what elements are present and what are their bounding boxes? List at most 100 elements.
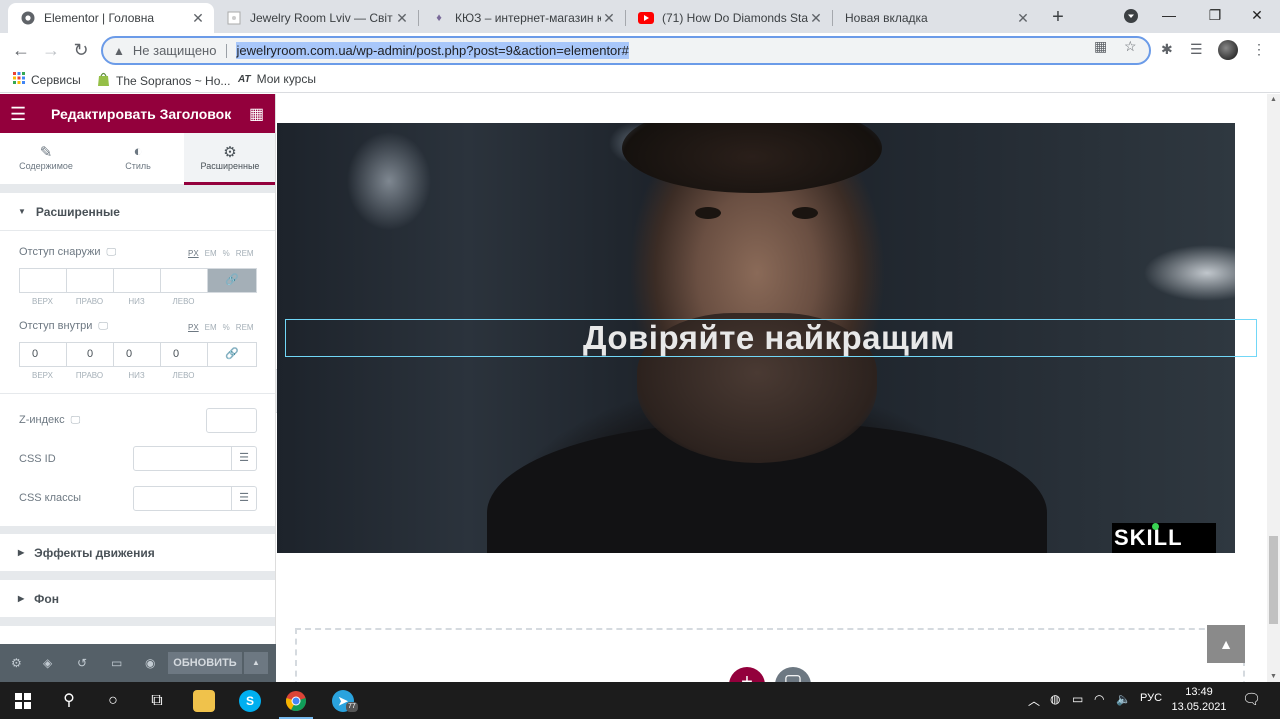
task-view-icon[interactable]: ⧉ [134, 682, 180, 719]
watermark-text: SKILL [1114, 525, 1183, 550]
volume-icon[interactable]: 🔈 [1116, 692, 1131, 706]
close-icon[interactable]: ✕ [1015, 10, 1031, 27]
hero-figure-eye [792, 207, 818, 219]
bookmark-services[interactable]: Сервисы [13, 72, 81, 87]
close-icon[interactable]: ✕ [601, 10, 617, 27]
responsive-mode-icon[interactable]: ▭ [111, 656, 122, 670]
tab-content[interactable]: ✎ Содержимое [0, 133, 92, 185]
unit-rem[interactable]: REM [236, 249, 254, 258]
section-advanced-toggle[interactable]: ▼ Расширенные [0, 193, 275, 231]
hero-heading[interactable]: Довіряйте найкращим [277, 320, 1261, 356]
desktop-monitor-icon[interactable]: 🖵 [98, 321, 108, 332]
tab-youtube[interactable]: (71) How Do Diamonds Stay ✕ [626, 3, 832, 33]
close-icon[interactable]: ✕ [394, 10, 410, 27]
profile-avatar[interactable] [1218, 40, 1238, 60]
padding-right-input[interactable]: 0 [67, 343, 114, 366]
padding-top-input[interactable]: 0 [20, 343, 67, 366]
section-motion-toggle[interactable]: ▶ Эффекты движения [0, 534, 275, 572]
unit-percent[interactable]: % [223, 323, 230, 332]
css-id-input[interactable] [133, 446, 232, 471]
margin-top-input[interactable] [20, 269, 67, 292]
bookmark-star-icon[interactable]: ☆ [1124, 38, 1137, 55]
qr-code-icon[interactable]: ▦ [1094, 38, 1107, 55]
padding-left-input[interactable]: 0 [161, 343, 208, 366]
pencil-icon: ✎ [39, 144, 53, 161]
settings-gear-icon[interactable]: ⚙ [11, 656, 22, 670]
tab-style[interactable]: ◐ Стиль [92, 133, 184, 185]
file-explorer-icon[interactable] [181, 682, 227, 719]
new-tab-button[interactable]: + [1046, 5, 1070, 29]
network-globe-icon[interactable]: ◍ [1050, 692, 1060, 706]
bookmark-my-courses[interactable]: AT Мои курсы [238, 72, 316, 86]
link-values-icon[interactable]: 🔗 [208, 343, 256, 366]
tab-new[interactable]: Новая вкладка ✕ [833, 3, 1039, 33]
forward-button[interactable]: → [38, 38, 64, 62]
dynamic-tags-icon[interactable]: ☰ [232, 446, 257, 471]
navigator-layers-icon[interactable]: ◈ [43, 656, 52, 670]
close-window-button[interactable]: ✕ [1234, 0, 1280, 33]
close-icon[interactable]: ✕ [190, 10, 206, 27]
notifications-icon[interactable]: 🗨 [1242, 690, 1261, 708]
search-icon[interactable]: ⚲ [46, 682, 92, 719]
tab-advanced[interactable]: ⚙ Расширенные [184, 133, 275, 185]
language-indicator[interactable]: РУС [1140, 692, 1162, 704]
url-text[interactable]: jewelryroom.com.ua/wp-admin/post.php?pos… [236, 42, 629, 59]
close-icon[interactable]: ✕ [808, 10, 824, 27]
margin-left-input[interactable] [161, 269, 208, 292]
reading-list-icon[interactable]: ☰ [1190, 41, 1203, 58]
unit-percent[interactable]: % [223, 249, 230, 258]
unit-px[interactable]: PX [188, 323, 199, 332]
css-classes-input[interactable] [133, 486, 232, 511]
margin-bottom-input[interactable] [114, 269, 161, 292]
link-values-icon[interactable]: 🔗 [208, 269, 256, 292]
unit-rem[interactable]: REM [236, 323, 254, 332]
hamburger-menu-icon[interactable]: ☰ [10, 104, 26, 125]
restore-button[interactable]: ❐ [1192, 0, 1238, 33]
cortana-circle-icon[interactable]: ○ [90, 682, 136, 719]
address-bar[interactable]: ▲ Не защищено jewelryroom.com.ua/wp-admi… [101, 36, 1151, 65]
history-icon[interactable]: ↺ [77, 656, 87, 670]
tab-jewelry-room[interactable]: Jewelry Room Lviv — Світ пр ✕ [214, 3, 418, 33]
preview-eye-icon[interactable]: ◉ [145, 656, 155, 670]
security-label[interactable]: Не защищено [133, 43, 228, 58]
scrollbar-thumb[interactable] [1269, 536, 1278, 624]
update-button[interactable]: ОБНОВИТЬ [168, 652, 242, 674]
tab-kuz-shop[interactable]: ♦ КЮЗ – интернет-магазин юв ✕ [419, 3, 625, 33]
watermark-dot [1152, 523, 1159, 530]
dynamic-tags-icon[interactable]: ☰ [232, 486, 257, 511]
reload-button[interactable]: ↻ [68, 38, 94, 62]
add-section-drop-zone[interactable] [295, 628, 1245, 682]
wifi-icon[interactable]: ◠ [1094, 692, 1104, 706]
desktop-monitor-icon[interactable]: 🖵 [71, 415, 81, 426]
scroll-down-arrow-icon[interactable]: ▼ [1270, 673, 1277, 680]
start-windows-icon[interactable] [0, 682, 46, 719]
widgets-grid-icon[interactable]: ▦ [249, 104, 264, 124]
section-gap [0, 572, 275, 580]
warning-icon[interactable]: ▲ [113, 44, 125, 58]
bookmark-sopranos[interactable]: The Sopranos ~ Ho... [97, 72, 230, 89]
chrome-taskbar-icon[interactable] [273, 682, 319, 719]
padding-bottom-input[interactable]: 0 [114, 343, 161, 366]
show-hidden-icons-chevron-icon[interactable]: ︿ [1028, 692, 1040, 709]
tab-label: Стиль [125, 161, 151, 171]
system-clock[interactable]: 13:49 13.05.2021 [1168, 685, 1230, 715]
margin-right-input[interactable] [67, 269, 114, 292]
scroll-to-top-button[interactable]: ▲ [1207, 625, 1245, 663]
caret-up-icon[interactable]: ▲ [244, 652, 268, 674]
unit-em[interactable]: EM [205, 323, 217, 332]
minimize-button[interactable]: — [1146, 0, 1192, 33]
section-background-toggle[interactable]: ▶ Фон [0, 580, 275, 618]
scroll-up-arrow-icon[interactable]: ▲ [1270, 96, 1277, 103]
battery-icon[interactable]: ▭ [1072, 692, 1083, 706]
more-menu-icon[interactable]: ⋮ [1252, 41, 1266, 58]
desktop-monitor-icon[interactable]: 🖵 [106, 247, 116, 258]
unit-em[interactable]: EM [205, 249, 217, 258]
telegram-icon[interactable]: ➤ 77 [320, 682, 366, 719]
unit-px[interactable]: PX [188, 249, 199, 258]
z-index-input[interactable] [206, 408, 257, 433]
skype-icon[interactable]: S [227, 682, 273, 719]
back-button[interactable]: ← [8, 38, 34, 62]
page-scrollbar[interactable]: ▲ ▼ [1267, 94, 1280, 682]
tab-elementor[interactable]: Elementor | Головна ✕ [8, 3, 214, 33]
extensions-icon[interactable]: ✱ [1161, 41, 1173, 58]
